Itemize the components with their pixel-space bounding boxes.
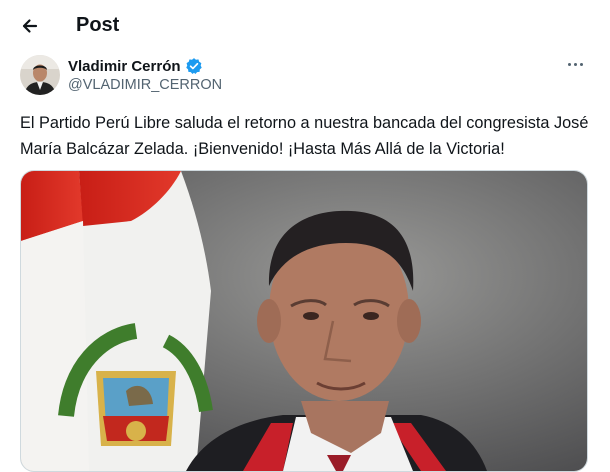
post-header: Post bbox=[0, 0, 610, 52]
page-title: Post bbox=[76, 14, 120, 36]
author-handle[interactable]: @VLADIMIR_CERRON bbox=[68, 77, 222, 93]
tweet-text: El Partido Perú Libre saluda el retorno … bbox=[20, 114, 589, 158]
back-button[interactable] bbox=[14, 10, 46, 42]
arrow-left-icon bbox=[22, 19, 38, 33]
tweet-photo[interactable] bbox=[20, 170, 588, 472]
author-row: Vladimir Cerrón bbox=[68, 57, 203, 75]
avatar[interactable] bbox=[20, 55, 60, 95]
author-name[interactable]: Vladimir Cerrón bbox=[68, 58, 181, 75]
verified-badge-icon bbox=[185, 58, 202, 75]
more-horizontal-icon bbox=[568, 63, 571, 66]
more-options-button[interactable] bbox=[566, 58, 586, 72]
